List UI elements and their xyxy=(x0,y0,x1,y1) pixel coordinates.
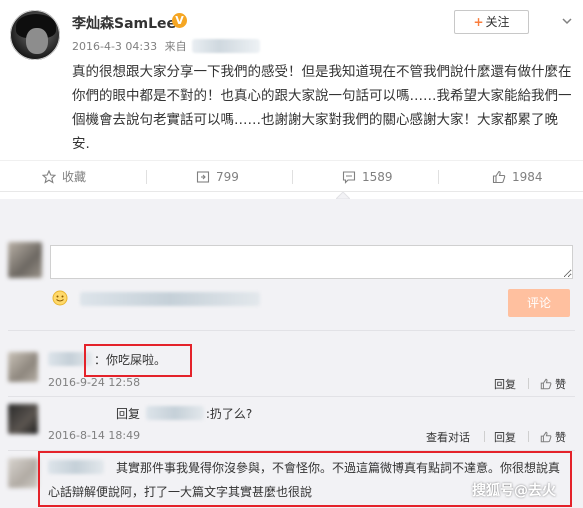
follow-button[interactable]: + 关注 xyxy=(454,10,529,34)
comment-input[interactable] xyxy=(50,245,573,279)
comment-divider xyxy=(8,396,575,397)
action-divider xyxy=(292,170,293,184)
reply-button[interactable]: 回复 xyxy=(494,429,516,445)
like-comment-button[interactable]: 赞 xyxy=(540,429,566,445)
favorite-button[interactable]: 收藏 xyxy=(41,161,87,193)
thumbs-up-icon xyxy=(540,431,552,443)
reply-button[interactable]: 回复 xyxy=(494,376,516,392)
submit-comment-button[interactable]: 评论 xyxy=(508,289,570,317)
action-divider xyxy=(438,170,439,184)
post-timestamp[interactable]: 2016-4-3 04:33 xyxy=(72,40,157,53)
emoji-icon[interactable] xyxy=(52,290,68,306)
post-source-prefix: 来自 xyxy=(164,40,187,53)
favorite-label: 收藏 xyxy=(62,170,87,184)
comment-divider xyxy=(8,330,575,331)
author-avatar[interactable] xyxy=(10,10,60,60)
like-button[interactable]: 1984 xyxy=(492,161,543,193)
commenter-avatar[interactable] xyxy=(8,458,38,488)
comment-active-arrow-icon xyxy=(336,192,350,199)
comment-text-body: :扔了么? xyxy=(205,407,253,421)
comment-button[interactable]: 1589 xyxy=(342,161,393,193)
compose-options-blurred xyxy=(80,292,260,306)
action-divider xyxy=(146,170,147,184)
thumbs-up-icon xyxy=(540,378,552,390)
thumbs-up-icon xyxy=(492,170,506,184)
weibo-post-page: 李灿森SamLee V 2016-4-3 04:33 来自 + 关注 真的很想跟大… xyxy=(0,0,583,508)
view-thread-button[interactable]: 查看对话 xyxy=(426,429,470,445)
comment-text: 回复 :扔了么? xyxy=(116,405,252,422)
chevron-down-icon[interactable] xyxy=(560,14,574,28)
post-source-blurred xyxy=(192,39,261,53)
repost-count: 799 xyxy=(216,170,239,184)
comment-icon xyxy=(342,171,356,184)
author-username[interactable]: 李灿森SamLee xyxy=(72,13,176,33)
like-comment-button[interactable]: 赞 xyxy=(540,376,566,392)
post-meta: 2016-4-3 04:33 来自 xyxy=(72,38,261,54)
commenter-avatar[interactable] xyxy=(8,404,38,434)
repost-button[interactable]: 799 xyxy=(196,161,239,193)
current-user-avatar xyxy=(8,242,42,278)
commenter-avatar[interactable] xyxy=(8,352,38,382)
verified-badge-icon: V xyxy=(172,13,187,28)
action-divider xyxy=(528,431,529,442)
highlight-box xyxy=(84,344,192,377)
post-body-text: 真的很想跟大家分享一下我們的感受！但是我知道現在不管我們說什麼還有做什麼在你們的… xyxy=(72,64,572,152)
action-divider xyxy=(484,431,485,442)
repost-icon xyxy=(196,171,210,183)
plus-icon: + xyxy=(473,15,484,29)
star-icon xyxy=(41,169,57,184)
post-action-bar: 收藏 799 1589 1984 xyxy=(0,160,583,192)
reply-target-blurred[interactable] xyxy=(145,406,204,420)
watermark-text: 搜狐号@去火 xyxy=(472,483,556,499)
comment-time: 2016-9-24 12:58 xyxy=(48,376,141,389)
reply-prefix: 回复 xyxy=(116,407,141,421)
follow-label: 关注 xyxy=(485,15,510,29)
comment-time: 2016-8-14 18:49 xyxy=(48,429,141,442)
comment-count: 1589 xyxy=(362,170,393,184)
like-count: 1984 xyxy=(512,170,543,184)
action-divider xyxy=(528,378,529,389)
